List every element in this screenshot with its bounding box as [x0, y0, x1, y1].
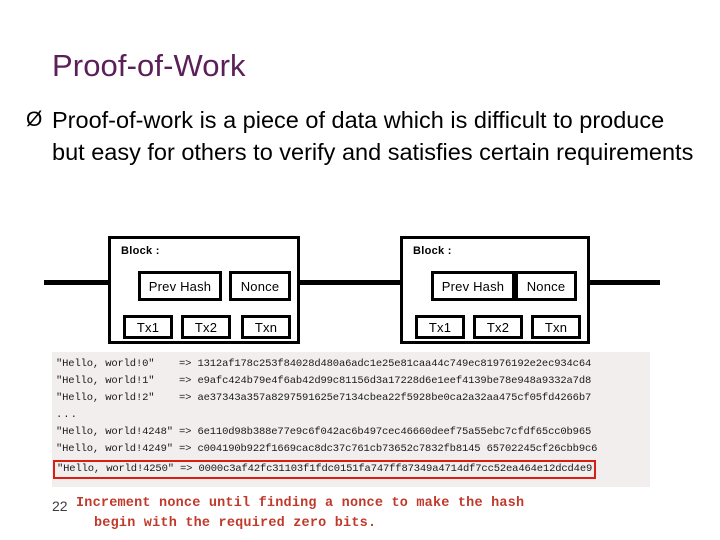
- hash-line-ellipsis: ...: [56, 409, 78, 421]
- block-1-tx-2: Tx2: [181, 315, 231, 339]
- block-1-tx-1: Tx1: [123, 315, 173, 339]
- caption-line-2: begin with the required zero bits.: [94, 516, 377, 531]
- block-2: Block : Prev Hash Nonce Tx1 Tx2 Txn: [400, 236, 590, 344]
- hash-line: "Hello, world!0" => 1312af178c253f84028d…: [56, 358, 592, 370]
- chain-link-right: [588, 280, 660, 285]
- block-1-nonce: Nonce: [229, 271, 291, 301]
- chain-link-middle: [298, 280, 408, 285]
- blockchain-diagram: Block : Prev Hash Nonce Tx1 Tx2 Txn Bloc…: [0, 232, 720, 352]
- page-number: 22: [52, 498, 68, 514]
- hash-line: "Hello, world!2" => ae37343a357a82975916…: [56, 392, 592, 404]
- page-title: Proof-of-Work: [52, 48, 246, 83]
- slide: Proof-of-Work Ø Proof-of-work is a piece…: [0, 0, 720, 540]
- block-1-prev-hash: Prev Hash: [138, 271, 222, 301]
- hash-line: "Hello, world!1" => e9afc424b79e4f6ab42d…: [56, 375, 592, 387]
- bullet-marker-icon: Ø: [26, 108, 43, 131]
- block-1: Block : Prev Hash Nonce Tx1 Tx2 Txn: [108, 236, 300, 344]
- hash-line-highlighted: "Hello, world!4250" => 0000c3af42fc31103…: [53, 460, 597, 479]
- block-1-label: Block :: [121, 245, 160, 257]
- hash-line: "Hello, world!4249" => c004190b922f1669c…: [56, 443, 598, 455]
- hash-line: "Hello, world!4248" => 6e110d98b388e77e9…: [56, 426, 592, 438]
- bullet-text: Proof-of-work is a piece of data which i…: [52, 107, 694, 165]
- block-2-tx-1: Tx1: [415, 315, 465, 339]
- chain-link-left: [44, 280, 116, 285]
- block-2-tx-2: Tx2: [473, 315, 523, 339]
- block-2-prev-hash: Prev Hash: [431, 271, 515, 301]
- slide-caption: Increment nonce until finding a nonce to…: [76, 494, 696, 534]
- hash-listing: "Hello, world!0" => 1312af178c253f84028d…: [52, 352, 650, 487]
- block-2-nonce: Nonce: [515, 271, 577, 301]
- block-2-label: Block :: [413, 245, 452, 257]
- caption-line-1: Increment nonce until finding a nonce to…: [76, 496, 525, 511]
- bullet-item: Ø Proof-of-work is a piece of data which…: [26, 104, 698, 168]
- block-2-tx-n: Txn: [531, 315, 581, 339]
- block-1-tx-n: Txn: [241, 315, 291, 339]
